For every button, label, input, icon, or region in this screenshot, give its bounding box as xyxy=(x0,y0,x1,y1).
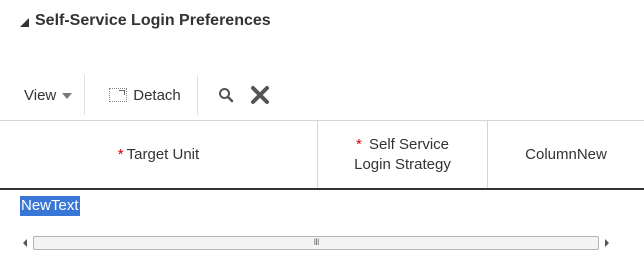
horizontal-scrollbar[interactable]: III xyxy=(20,235,644,251)
close-icon xyxy=(250,86,269,104)
column-header-label-block: * Self Service Login Strategy xyxy=(354,135,451,175)
scroll-right-arrow-icon[interactable] xyxy=(605,239,609,247)
column-header-login-strategy[interactable]: * Self Service Login Strategy xyxy=(318,121,488,188)
column-header-label-line2: Login Strategy xyxy=(354,155,451,173)
section-header[interactable]: Self-Service Login Preferences xyxy=(20,10,271,32)
clear-button[interactable] xyxy=(240,70,276,120)
data-table: * Target Unit * Self Service Login Strat… xyxy=(0,120,644,222)
required-indicator: * xyxy=(117,145,124,163)
scrollbar-thumb[interactable]: III xyxy=(33,236,599,250)
detach-label: Detach xyxy=(133,86,181,104)
table-header: * Target Unit * Self Service Login Strat… xyxy=(0,120,644,190)
required-indicator: * xyxy=(355,135,362,153)
search-icon xyxy=(218,88,234,103)
scrollbar-grip: III xyxy=(313,238,320,248)
scroll-left-arrow-icon[interactable] xyxy=(23,239,27,247)
column-header-label: ColumnNew xyxy=(525,145,607,163)
target-unit-cell[interactable]: NewText xyxy=(20,196,80,216)
section-title: Self-Service Login Preferences xyxy=(35,12,271,29)
detach-button[interactable]: Detach xyxy=(85,70,197,120)
table-toolbar: View Detach xyxy=(14,70,644,120)
table-row[interactable]: NewText xyxy=(0,190,644,222)
column-header-columnnew[interactable]: ColumnNew xyxy=(488,121,644,188)
chevron-down-icon xyxy=(62,93,73,99)
detach-icon xyxy=(109,88,128,102)
search-button[interactable] xyxy=(198,70,240,120)
column-header-label: Target Unit xyxy=(126,145,200,163)
view-menu-button[interactable]: View xyxy=(14,70,84,120)
column-header-target-unit[interactable]: * Target Unit xyxy=(0,121,318,188)
column-header-label-line1: Self Service xyxy=(368,135,450,153)
view-menu-label: View xyxy=(24,86,57,104)
disclosure-triangle-icon[interactable] xyxy=(20,17,29,27)
